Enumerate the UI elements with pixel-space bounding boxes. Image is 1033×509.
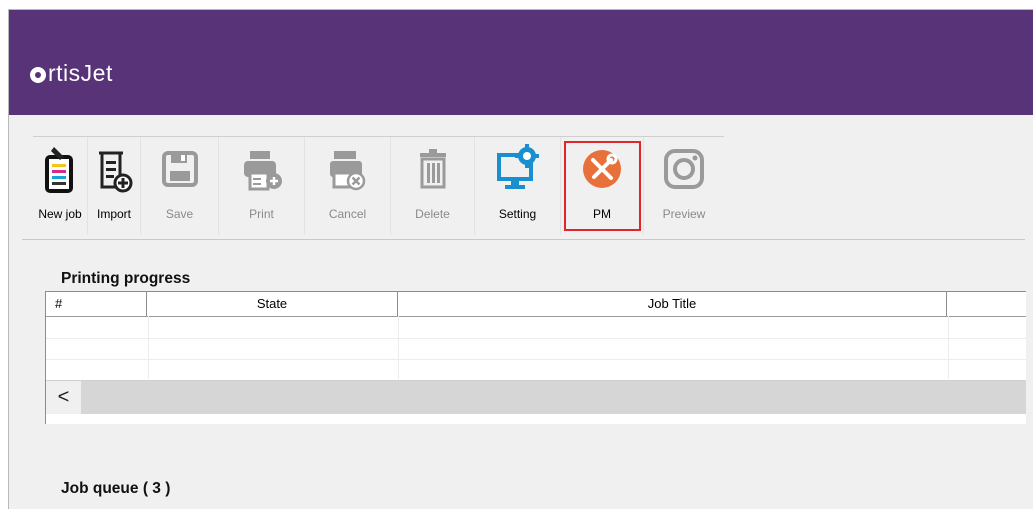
import-label: Import bbox=[96, 207, 131, 221]
table-row bbox=[46, 338, 1026, 360]
column-divider bbox=[398, 316, 399, 379]
pm-button[interactable]: PM bbox=[561, 137, 644, 235]
tools-icon bbox=[583, 150, 621, 188]
save-icon bbox=[161, 151, 198, 187]
main-toolbar: New job Import Save Print Cancel Delete … bbox=[33, 136, 724, 235]
cancel-print-icon bbox=[329, 151, 365, 191]
column-state-header[interactable]: State bbox=[147, 292, 398, 316]
setting-label: Setting bbox=[498, 207, 537, 221]
scroll-left-button[interactable]: < bbox=[46, 381, 81, 414]
print-label: Print bbox=[249, 207, 274, 221]
printing-progress-table[interactable]: # State Job Title < bbox=[45, 291, 1026, 424]
printing-progress-title: Printing progress bbox=[61, 270, 191, 287]
column-number-header[interactable]: # bbox=[46, 292, 147, 316]
column-divider bbox=[148, 316, 149, 379]
preview-label: Preview bbox=[662, 207, 706, 221]
print-button[interactable]: Print bbox=[219, 137, 305, 235]
cancel-label: Cancel bbox=[328, 207, 367, 221]
ortisjet-logo: rtisJet bbox=[30, 60, 113, 87]
chevron-left-icon: < bbox=[57, 386, 70, 408]
table-row bbox=[46, 359, 1026, 381]
table-row bbox=[46, 317, 1026, 339]
brand-header: rtisJet bbox=[9, 10, 1033, 115]
delete-label: Delete bbox=[415, 207, 450, 221]
trash-icon bbox=[419, 149, 446, 189]
column-divider bbox=[948, 316, 949, 379]
import-icon bbox=[99, 151, 133, 193]
save-button[interactable]: Save bbox=[141, 137, 219, 235]
setting-button[interactable]: Setting bbox=[475, 137, 561, 235]
column-job-title-header[interactable]: Job Title bbox=[398, 292, 947, 316]
logo-text: rtisJet bbox=[48, 60, 113, 86]
pm-label: PM bbox=[593, 207, 611, 221]
horizontal-scrollbar[interactable]: < bbox=[46, 380, 1026, 414]
logo-mark-icon bbox=[30, 66, 46, 83]
table-header: # State Job Title bbox=[46, 292, 1026, 317]
app-window: rtisJet bbox=[8, 9, 1033, 509]
cancel-button[interactable]: Cancel bbox=[305, 137, 391, 235]
delete-button[interactable]: Delete bbox=[391, 137, 475, 235]
new-job-button[interactable]: New job bbox=[33, 137, 88, 235]
preview-button[interactable]: Preview bbox=[644, 137, 724, 235]
save-label: Save bbox=[165, 207, 194, 221]
camera-icon bbox=[664, 149, 704, 189]
new-job-icon bbox=[45, 147, 73, 193]
monitor-gear-icon bbox=[496, 144, 539, 189]
new-job-label: New job bbox=[38, 207, 82, 221]
print-icon bbox=[243, 151, 282, 191]
job-queue-title: Job queue ( 3 ) bbox=[61, 480, 171, 497]
import-button[interactable]: Import bbox=[88, 137, 141, 235]
toolbar-divider bbox=[22, 239, 1025, 240]
